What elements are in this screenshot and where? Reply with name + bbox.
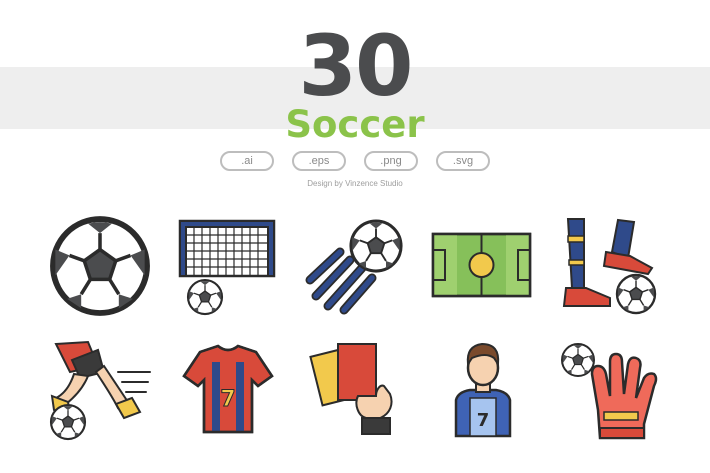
goalkeeper-glove-icon — [560, 342, 658, 440]
jersey-number: 7 — [220, 387, 235, 412]
player-legs-cleats-icon — [562, 218, 657, 315]
jersey-number-7-icon: 7 — [182, 344, 274, 434]
goal-net-icon — [178, 219, 276, 316]
ball-kick-speed-icon — [305, 219, 403, 315]
icon-grid: 7 7 — [49, 0, 658, 441]
soccer-field-icon — [431, 232, 532, 298]
running-player-icon — [49, 340, 151, 441]
player-number-7-icon: 7 — [454, 342, 512, 438]
soccer-ball-icon — [53, 219, 147, 313]
referee-cards-icon — [309, 343, 393, 435]
player-number: 7 — [477, 410, 490, 431]
